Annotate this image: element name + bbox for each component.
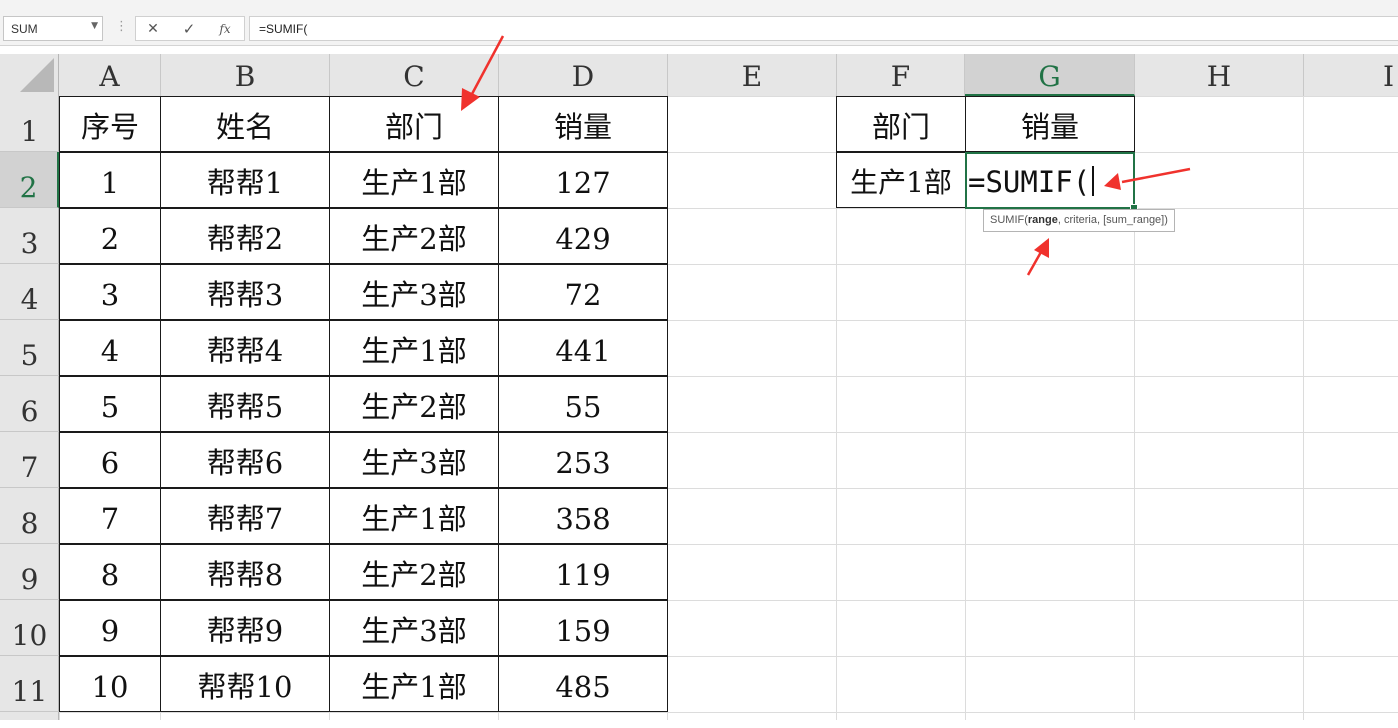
- table-cell[interactable]: 帮帮1: [160, 152, 330, 208]
- tooltip-arg-range[interactable]: range: [1028, 214, 1058, 226]
- column-header-h[interactable]: H: [1135, 54, 1304, 96]
- column-header-g[interactable]: G: [965, 54, 1135, 96]
- table-cell[interactable]: 4: [59, 320, 161, 376]
- table-cell[interactable]: 帮帮8: [160, 544, 330, 600]
- summary-header-dept[interactable]: 部门: [836, 96, 966, 152]
- row-header-3[interactable]: 3: [0, 208, 59, 264]
- formula-text: =SUMIF(: [259, 22, 308, 36]
- table-cell[interactable]: 8: [59, 544, 161, 600]
- table-cell[interactable]: 7: [59, 488, 161, 544]
- chevron-down-icon[interactable]: ▼: [91, 21, 98, 31]
- table-header-cell[interactable]: 序号: [59, 96, 161, 152]
- name-box[interactable]: SUM ▼: [3, 16, 103, 41]
- insert-function-icon[interactable]: fx: [214, 19, 236, 39]
- table-cell[interactable]: 6: [59, 432, 161, 488]
- name-box-value: SUM: [11, 22, 38, 36]
- tooltip-rest[interactable]: , criteria, [sum_range]): [1058, 214, 1168, 226]
- table-cell[interactable]: 生产1部: [329, 152, 499, 208]
- column-header-f[interactable]: F: [837, 54, 965, 96]
- summary-dept-cell[interactable]: 生产1部: [836, 152, 966, 208]
- table-cell[interactable]: 119: [498, 544, 668, 600]
- table-cell[interactable]: 帮帮5: [160, 376, 330, 432]
- table-cell[interactable]: 帮帮9: [160, 600, 330, 656]
- table-cell[interactable]: 生产2部: [329, 376, 499, 432]
- table-cell[interactable]: 159: [498, 600, 668, 656]
- enter-icon[interactable]: ✓: [178, 19, 200, 39]
- tooltip-func[interactable]: SUMIF(: [990, 214, 1028, 226]
- table-cell[interactable]: 253: [498, 432, 668, 488]
- row-header-5[interactable]: 5: [0, 320, 59, 376]
- formula-buttons: ✕ ✓ fx: [135, 16, 245, 41]
- row-header-9[interactable]: 9: [0, 544, 59, 600]
- cell-edit-text[interactable]: =SUMIF(: [968, 152, 1095, 208]
- select-all-corner[interactable]: [0, 54, 59, 96]
- cell-formula: =SUMIF(: [968, 165, 1091, 199]
- table-cell[interactable]: 1: [59, 152, 161, 208]
- row-header-2[interactable]: 2: [0, 152, 59, 208]
- table-header-cell[interactable]: 部门: [329, 96, 499, 152]
- table-cell[interactable]: 429: [498, 208, 668, 264]
- table-cell[interactable]: 生产1部: [329, 656, 499, 712]
- table-cell[interactable]: 生产3部: [329, 264, 499, 320]
- column-header-c[interactable]: C: [330, 54, 499, 96]
- table-cell[interactable]: 72: [498, 264, 668, 320]
- formula-bar: SUM ▼ ⋮ ✕ ✓ fx =SUMIF(: [0, 0, 1398, 46]
- table-cell[interactable]: 生产2部: [329, 544, 499, 600]
- row-header-10[interactable]: 10: [0, 600, 59, 656]
- table-cell[interactable]: 441: [498, 320, 668, 376]
- table-cell[interactable]: 5: [59, 376, 161, 432]
- function-tooltip: SUMIF(range, criteria, [sum_range]): [983, 209, 1175, 232]
- column-header-b[interactable]: B: [161, 54, 330, 96]
- formula-input[interactable]: =SUMIF(: [249, 16, 1398, 41]
- table-cell[interactable]: 帮帮6: [160, 432, 330, 488]
- table-cell[interactable]: 帮帮2: [160, 208, 330, 264]
- select-all-icon: [20, 58, 54, 92]
- summary-header-sales[interactable]: 销量: [965, 96, 1135, 152]
- table-cell[interactable]: 生产1部: [329, 488, 499, 544]
- table-cell[interactable]: 生产2部: [329, 208, 499, 264]
- row-header-8[interactable]: 8: [0, 488, 59, 544]
- column-header-a[interactable]: A: [59, 54, 161, 96]
- table-cell[interactable]: 10: [59, 656, 161, 712]
- table-cell[interactable]: 帮帮10: [160, 656, 330, 712]
- table-cell[interactable]: 127: [498, 152, 668, 208]
- column-header-d[interactable]: D: [499, 54, 668, 96]
- table-cell[interactable]: 358: [498, 488, 668, 544]
- table-cell[interactable]: 生产3部: [329, 432, 499, 488]
- cancel-icon[interactable]: ✕: [142, 19, 164, 39]
- row-header-4[interactable]: 4: [0, 264, 59, 320]
- table-cell[interactable]: 55: [498, 376, 668, 432]
- row-header-7[interactable]: 7: [0, 432, 59, 488]
- more-options-icon[interactable]: ⋮: [115, 19, 128, 34]
- table-cell[interactable]: 9: [59, 600, 161, 656]
- table-cell[interactable]: 2: [59, 208, 161, 264]
- table-cell[interactable]: 3: [59, 264, 161, 320]
- table-cell[interactable]: 帮帮4: [160, 320, 330, 376]
- table-cell[interactable]: 生产3部: [329, 600, 499, 656]
- row-header-11[interactable]: 11: [0, 656, 59, 712]
- table-header-cell[interactable]: 姓名: [160, 96, 330, 152]
- column-header-e[interactable]: E: [668, 54, 837, 96]
- table-cell[interactable]: 生产1部: [329, 320, 499, 376]
- column-header-i[interactable]: I: [1304, 54, 1398, 96]
- table-cell[interactable]: 485: [498, 656, 668, 712]
- grid-line: [1303, 96, 1304, 720]
- row-header-6[interactable]: 6: [0, 376, 59, 432]
- row-header-1[interactable]: 1: [0, 96, 59, 152]
- table-cell[interactable]: 帮帮7: [160, 488, 330, 544]
- row-header-bar: 1 2 3 4 5 6 7 8 9 10 11: [0, 96, 59, 720]
- text-caret: [1092, 166, 1095, 196]
- table-header-cell[interactable]: 销量: [498, 96, 668, 152]
- table-cell[interactable]: 帮帮3: [160, 264, 330, 320]
